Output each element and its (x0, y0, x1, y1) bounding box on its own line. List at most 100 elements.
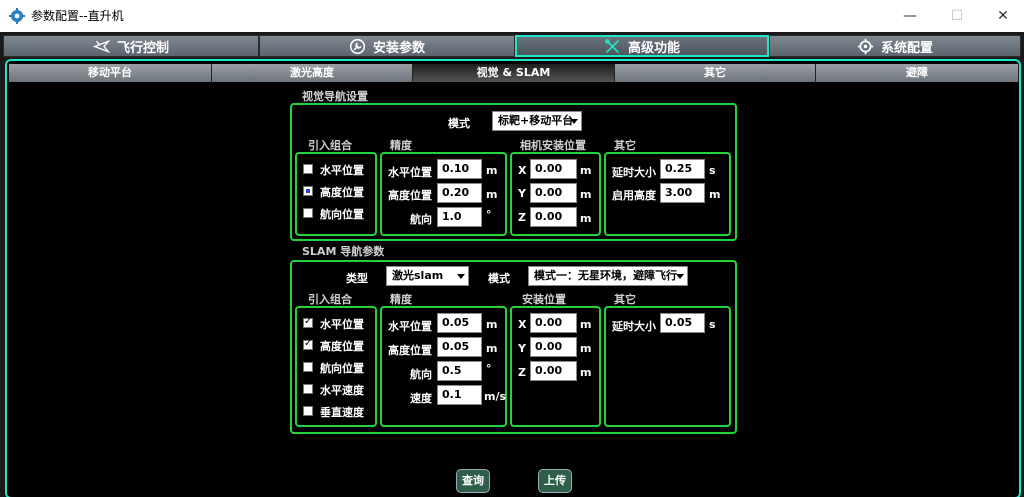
slam-delay-input[interactable]: 0.05 (660, 313, 705, 333)
vision-camera-z-input[interactable]: 0.00 (530, 207, 577, 227)
slam-combo-vspeed-checkbox[interactable] (303, 406, 313, 416)
vision-camera-x-input[interactable]: 0.00 (530, 159, 577, 179)
title-bar: 参数配置--直升机 — ☐ ✕ (0, 0, 1024, 32)
vision-combo-label: 航向位置 (320, 208, 364, 221)
vision-precision-label: 水平位置 (388, 166, 432, 179)
subtab-vision-slam[interactable]: 视觉 & SLAM (413, 64, 615, 82)
slam-col-precision: 精度 (390, 293, 412, 306)
tab-label: 系统配置 (880, 40, 933, 56)
vision-precision-horizontal-input[interactable]: 0.10 (437, 159, 482, 179)
slam-install-axis: Z (518, 366, 526, 379)
slam-precision-horizontal-input[interactable]: 0.05 (437, 313, 482, 333)
slam-col-other: 其它 (614, 293, 636, 306)
window-title: 参数配置--直升机 (31, 9, 124, 23)
slam-install-axis: X (518, 318, 527, 331)
slam-other-label: 延时大小 (612, 320, 656, 333)
subtab-mobile-platform[interactable]: 移动平台 (9, 64, 212, 82)
unit-label: m (580, 212, 592, 225)
slam-type-select[interactable]: 激光slam (386, 266, 469, 286)
vision-precision-label: 高度位置 (388, 189, 432, 202)
slam-combo-label: 水平速度 (320, 384, 364, 397)
subtab-obstacle-avoidance[interactable]: 避障 (816, 64, 1019, 82)
vision-combo-label: 水平位置 (320, 164, 364, 177)
unit-label: m (580, 342, 592, 355)
vision-mode-select[interactable]: 标靶+移动平台 (492, 111, 582, 131)
slam-install-y-input[interactable]: 0.00 (530, 337, 577, 357)
vision-combo-label: 高度位置 (320, 186, 364, 199)
vision-mode-label: 模式 (448, 117, 470, 130)
vision-other-label: 启用高度 (612, 189, 656, 202)
subtab-other[interactable]: 其它 (615, 64, 816, 82)
chevron-down-icon (570, 119, 578, 124)
close-button[interactable]: ✕ (980, 0, 1024, 32)
slam-combo-hspeed-checkbox[interactable] (303, 384, 313, 394)
tab-label: 安装参数 (372, 40, 425, 56)
tab-advanced[interactable]: 高级功能 (515, 35, 769, 57)
slam-mode-select[interactable]: 模式一：无星环境，避障飞行 (528, 266, 688, 286)
unit-label: m (709, 188, 721, 201)
unit-label: m (580, 366, 592, 379)
slam-section-title: SLAM 导航参数 (302, 245, 385, 258)
unit-label: ° (486, 208, 492, 221)
slam-install-x-input[interactable]: 0.00 (530, 313, 577, 333)
slam-type-label: 类型 (346, 272, 368, 285)
vision-col-precision: 精度 (390, 139, 412, 152)
vision-combo-height-checkbox[interactable] (303, 186, 313, 196)
slam-combo-heading-checkbox[interactable] (303, 362, 313, 372)
tab-install-params[interactable]: 安装参数 (259, 35, 515, 57)
vision-mode-value: 标靶+移动平台 (498, 114, 574, 127)
slam-precision-speed-input[interactable]: 0.1 (437, 385, 482, 405)
slam-precision-label: 速度 (410, 392, 432, 405)
unit-label: ° (486, 362, 492, 375)
subtab-laser-height[interactable]: 激光高度 (212, 64, 413, 82)
slam-mode-label: 模式 (488, 272, 510, 285)
unit-label: m/s (484, 390, 507, 403)
vision-enable-height-input[interactable]: 3.00 (660, 183, 705, 203)
slam-install-axis: Y (518, 342, 526, 355)
unit-label: m (580, 318, 592, 331)
slam-combo-label: 水平位置 (320, 318, 364, 331)
slam-precision-heading-input[interactable]: 0.5 (437, 361, 482, 381)
vision-combo-heading-checkbox[interactable] (303, 208, 313, 218)
unit-label: m (486, 342, 498, 355)
plane-icon (92, 39, 110, 53)
upload-button[interactable]: 上传 (538, 469, 572, 493)
tab-label: 高级功能 (627, 40, 680, 56)
vision-precision-height-input[interactable]: 0.20 (437, 183, 482, 203)
vision-section-title: 视觉导航设置 (302, 90, 368, 103)
vision-delay-input[interactable]: 0.25 (660, 159, 705, 179)
vision-precision-heading-input[interactable]: 1.0 (437, 207, 482, 227)
query-button[interactable]: 查询 (456, 469, 490, 493)
tab-flight-control[interactable]: 飞行控制 (3, 35, 259, 57)
tab-system-config[interactable]: 系统配置 (769, 35, 1021, 57)
minimize-button[interactable]: — (887, 0, 933, 32)
tab-label: 飞行控制 (116, 40, 169, 56)
vision-camera-axis: Y (518, 187, 526, 200)
unit-label: s (709, 164, 716, 177)
unit-label: s (709, 318, 716, 331)
slam-combo-horizontal-checkbox[interactable] (303, 316, 313, 328)
slam-precision-height-input[interactable]: 0.05 (437, 337, 482, 357)
unit-label: m (580, 188, 592, 201)
slam-col-install: 安装位置 (522, 293, 566, 306)
slam-combo-height-checkbox[interactable] (303, 338, 313, 350)
slam-combo-label: 垂直速度 (320, 406, 364, 419)
unit-label: m (580, 164, 592, 177)
chevron-down-icon (457, 274, 465, 279)
vision-combo-horizontal-checkbox[interactable] (303, 164, 313, 174)
slam-precision-label: 高度位置 (388, 344, 432, 357)
tools-icon (605, 38, 620, 53)
maximize-button[interactable]: ☐ (934, 0, 980, 32)
vision-col-combo: 引入组合 (308, 139, 352, 152)
unit-label: m (486, 164, 498, 177)
unit-label: m (486, 318, 498, 331)
vision-precision-label: 航向 (410, 213, 432, 226)
gear-icon (857, 38, 874, 54)
wrench-icon (349, 38, 366, 54)
vision-camera-y-input[interactable]: 0.00 (530, 183, 577, 203)
app-window: 参数配置--直升机 — ☐ ✕ 飞行控制 安装参数 高级功能 系统配置 移动平台… (0, 0, 1024, 497)
slam-precision-label: 航向 (410, 368, 432, 381)
slam-install-z-input[interactable]: 0.00 (530, 361, 577, 381)
vision-camera-axis: Z (518, 211, 526, 224)
unit-label: m (486, 188, 498, 201)
